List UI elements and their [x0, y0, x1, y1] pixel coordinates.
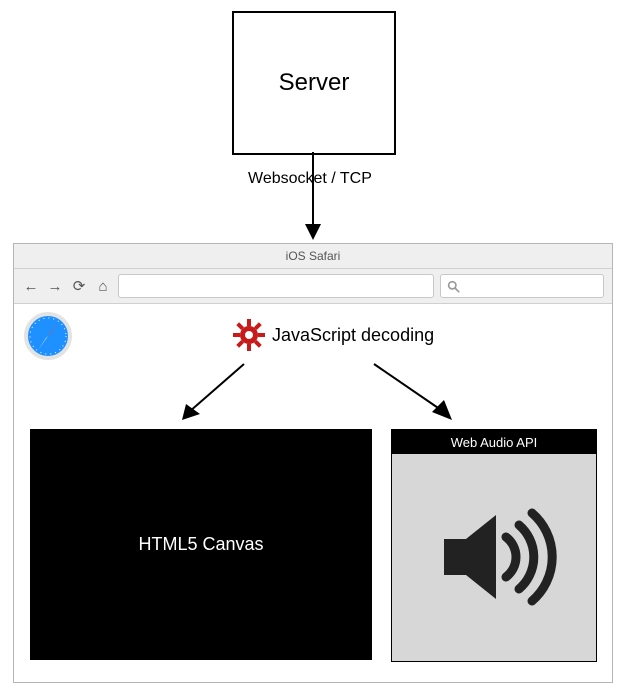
back-button[interactable]: ← — [22, 277, 40, 295]
browser-titlebar: iOS Safari — [14, 244, 612, 269]
speaker-icon — [424, 487, 564, 627]
forward-button[interactable]: → — [46, 277, 64, 295]
browser-content: JavaScript decoding HTML5 Canvas Web Aud… — [14, 304, 612, 682]
browser-title: iOS Safari — [286, 249, 341, 263]
html5-canvas-panel: HTML5 Canvas — [30, 429, 372, 660]
web-audio-panel: Web Audio API — [391, 429, 597, 662]
search-bar[interactable] — [440, 274, 604, 298]
home-button[interactable]: ⌂ — [94, 277, 112, 295]
connection-label: Websocket / TCP — [248, 170, 372, 188]
web-audio-body — [392, 454, 596, 659]
server-box: Server — [232, 11, 396, 155]
server-label: Server — [279, 69, 350, 97]
canvas-label: HTML5 Canvas — [138, 534, 263, 555]
reload-button[interactable]: ⟳ — [70, 277, 88, 295]
js-decoding-label: JavaScript decoding — [272, 325, 434, 346]
web-audio-title: Web Audio API — [392, 430, 596, 454]
browser-toolbar: ← → ⟳ ⌂ — [14, 269, 612, 304]
browser-frame: iOS Safari ← → ⟳ ⌂ — [13, 243, 613, 683]
magnifier-icon — [447, 280, 460, 293]
address-bar[interactable] — [118, 274, 434, 298]
arrow-server-to-browser — [293, 152, 333, 242]
